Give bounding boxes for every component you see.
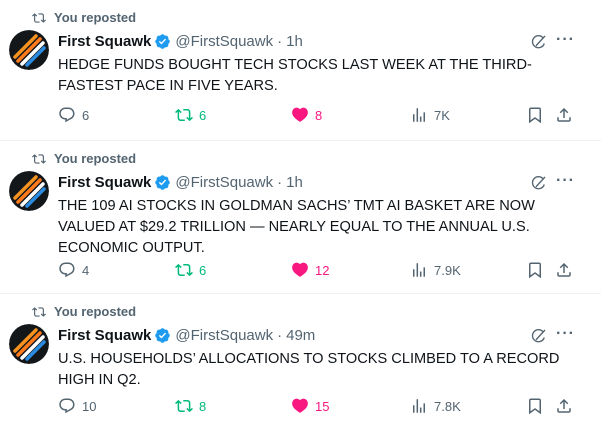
bookmark-icon	[529, 262, 541, 279]
repost-count: 6	[199, 107, 207, 123]
views-count: 7K	[434, 107, 450, 123]
timeline-feed: You reposted First Squawk @FirstSquawk ·…	[0, 0, 601, 431]
tweet-card[interactable]: You reposted First Squawk @FirstSquawk ·…	[0, 141, 601, 294]
repost-indicator: You reposted	[32, 151, 136, 166]
more-icon[interactable]: ···	[556, 325, 575, 343]
grok-icon[interactable]	[530, 174, 548, 192]
repost-icon	[32, 306, 46, 317]
like-count: 12	[315, 262, 330, 278]
views-icon	[413, 399, 425, 413]
timestamp[interactable]: 1h	[286, 174, 303, 191]
share-button[interactable]	[555, 261, 573, 279]
verified-badge-icon	[155, 328, 171, 343]
reply-count: 10	[82, 398, 97, 414]
tweet-header: First Squawk @FirstSquawk · 1h	[58, 33, 303, 50]
repost-icon	[32, 153, 46, 164]
author-handle[interactable]: @FirstSquawk	[175, 327, 273, 344]
repost-indicator: You reposted	[32, 10, 136, 25]
bookmark-button[interactable]	[526, 261, 544, 279]
repost-button[interactable]: 6	[175, 106, 206, 124]
action-bar: 4 6 12 7.9K	[58, 261, 578, 281]
separator-dot: ·	[277, 33, 283, 50]
avatar[interactable]	[9, 324, 49, 364]
author-name[interactable]: First Squawk	[58, 174, 151, 191]
like-button[interactable]: 8	[291, 106, 322, 124]
repost-button[interactable]: 8	[175, 397, 206, 415]
like-button[interactable]: 15	[291, 397, 329, 415]
grok-icon[interactable]	[530, 33, 548, 51]
separator-dot: ·	[277, 327, 283, 344]
repost-icon	[175, 399, 193, 413]
tweet-card[interactable]: You reposted First Squawk @FirstSquawk ·…	[0, 294, 601, 431]
like-count: 15	[315, 398, 330, 414]
share-icon	[557, 107, 571, 122]
repost-indicator: You reposted	[32, 304, 136, 319]
action-bar: 6 6 8 7K	[58, 106, 578, 126]
reply-button[interactable]: 10	[58, 397, 96, 415]
bookmark-button[interactable]	[526, 106, 544, 124]
views-count: 7.8K	[434, 398, 461, 414]
action-bar: 10 8 15 7.8K	[58, 397, 578, 417]
first-squawk-logo	[9, 171, 49, 211]
timestamp[interactable]: 1h	[286, 33, 303, 50]
reply-count: 4	[82, 262, 90, 278]
repost-label: You reposted	[54, 304, 137, 319]
share-icon	[557, 398, 571, 413]
share-button[interactable]	[555, 106, 573, 124]
views-button[interactable]: 7.9K	[410, 261, 461, 279]
reply-icon	[59, 262, 75, 278]
share-icon	[557, 262, 571, 277]
avatar[interactable]	[9, 30, 49, 70]
reply-icon	[59, 398, 75, 414]
views-icon	[413, 108, 425, 122]
like-icon	[292, 107, 308, 122]
first-squawk-logo	[9, 30, 49, 70]
tweet-text: U.S. HOUSEHOLDS’ ALLOCATIONS TO STOCKS C…	[58, 351, 560, 388]
author-name[interactable]: First Squawk	[58, 327, 151, 344]
verified-badge-icon	[155, 34, 171, 49]
repost-button[interactable]: 6	[175, 261, 206, 279]
repost-label: You reposted	[54, 10, 137, 25]
like-icon	[292, 262, 308, 277]
views-button[interactable]: 7K	[410, 106, 450, 124]
like-button[interactable]: 12	[291, 261, 329, 279]
repost-count: 6	[199, 262, 207, 278]
tweet-header: First Squawk @FirstSquawk · 49m	[58, 327, 315, 344]
first-squawk-logo	[9, 324, 49, 364]
bookmark-button[interactable]	[526, 397, 544, 415]
like-icon	[292, 398, 308, 413]
repost-icon	[175, 263, 193, 277]
author-handle[interactable]: @FirstSquawk	[175, 174, 273, 191]
reply-icon	[59, 107, 75, 123]
reply-count: 6	[82, 107, 90, 123]
repost-icon	[32, 12, 46, 23]
tweet-text: THE 109 AI STOCKS IN GOLDMAN SACHS’ TMT …	[58, 198, 535, 256]
bookmark-icon	[529, 398, 541, 415]
reply-button[interactable]: 4	[58, 261, 89, 279]
like-count: 8	[315, 107, 323, 123]
more-icon[interactable]: ···	[556, 31, 575, 49]
tweet-header: First Squawk @FirstSquawk · 1h	[58, 174, 303, 191]
bookmark-icon	[529, 107, 541, 124]
author-handle[interactable]: @FirstSquawk	[175, 33, 273, 50]
repost-count: 8	[199, 398, 207, 414]
repost-icon	[175, 108, 193, 122]
views-count: 7.9K	[434, 262, 461, 278]
repost-label: You reposted	[54, 151, 137, 166]
tweet-text: HEDGE FUNDS BOUGHT TECH STOCKS LAST WEEK…	[58, 57, 532, 94]
avatar[interactable]	[9, 171, 49, 211]
share-button[interactable]	[555, 397, 573, 415]
views-button[interactable]: 7.8K	[410, 397, 461, 415]
more-icon[interactable]: ···	[556, 172, 575, 190]
grok-icon[interactable]	[530, 327, 548, 345]
tweet-card[interactable]: You reposted First Squawk @FirstSquawk ·…	[0, 0, 601, 141]
views-icon	[413, 263, 425, 277]
verified-badge-icon	[155, 175, 171, 190]
timestamp[interactable]: 49m	[286, 327, 315, 344]
separator-dot: ·	[277, 174, 283, 191]
author-name[interactable]: First Squawk	[58, 33, 151, 50]
reply-button[interactable]: 6	[58, 106, 89, 124]
